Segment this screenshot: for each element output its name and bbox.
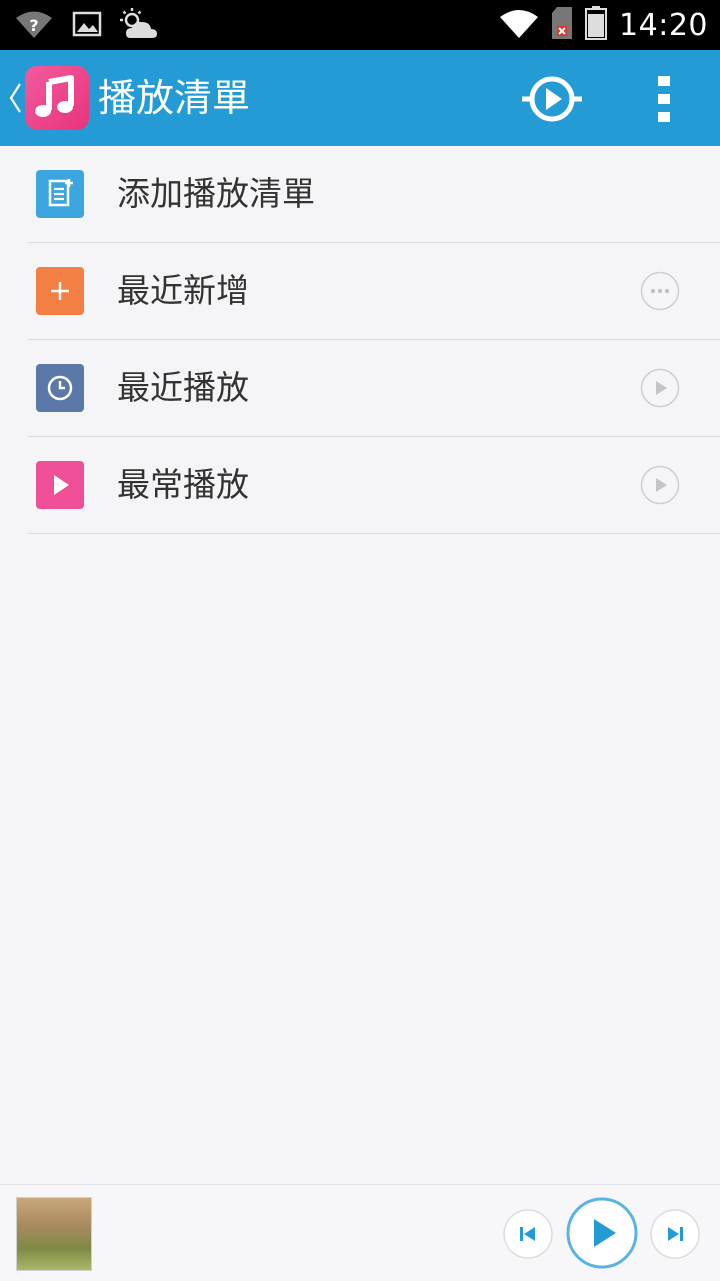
- previous-icon[interactable]: [503, 1209, 553, 1259]
- list-item-recently-added[interactable]: 最近新增: [28, 243, 720, 340]
- overflow-menu-icon[interactable]: [654, 74, 674, 124]
- app-bar: 播放清單: [0, 50, 720, 146]
- app-logo[interactable]: [25, 66, 89, 130]
- list-item-label: 添加播放清單: [117, 174, 315, 213]
- back-chevron-icon[interactable]: [8, 80, 22, 116]
- wifi-question-icon: ?: [14, 9, 54, 43]
- play-icon[interactable]: [640, 465, 680, 505]
- status-bar: ? 14:20: [0, 0, 720, 50]
- add-playlist-icon: [36, 170, 84, 218]
- plus-icon: [36, 267, 84, 315]
- mini-player: [0, 1184, 720, 1281]
- status-time: 14:20: [619, 7, 708, 43]
- play-triangle-icon: [36, 461, 84, 509]
- list-item-label: 最近播放: [117, 368, 249, 407]
- list-item-label: 最常播放: [117, 465, 249, 504]
- play-icon[interactable]: [566, 1197, 638, 1269]
- page-title: 播放清單: [98, 76, 251, 120]
- more-icon[interactable]: [640, 271, 680, 311]
- list-item-most-played[interactable]: 最常播放: [28, 437, 720, 534]
- album-art[interactable]: [16, 1197, 92, 1271]
- playlist-list: 添加播放清單 最近新增 最近播放 最常播放: [0, 146, 720, 534]
- list-item-add-playlist[interactable]: 添加播放清單: [28, 146, 720, 243]
- battery-icon: [585, 6, 608, 44]
- clock-icon: [36, 364, 84, 412]
- sim-no-card-icon: [551, 6, 573, 44]
- list-item-label: 最近新增: [117, 271, 249, 310]
- music-note-icon: [25, 75, 89, 134]
- weather-cloud-sun-icon: [120, 8, 158, 44]
- play-icon[interactable]: [640, 368, 680, 408]
- next-icon[interactable]: [650, 1209, 700, 1259]
- list-item-recently-played[interactable]: 最近播放: [28, 340, 720, 437]
- play-mode-icon[interactable]: [520, 72, 584, 126]
- svg-text:?: ?: [29, 16, 38, 35]
- image-icon: [72, 10, 102, 42]
- wifi-icon: [499, 8, 539, 42]
